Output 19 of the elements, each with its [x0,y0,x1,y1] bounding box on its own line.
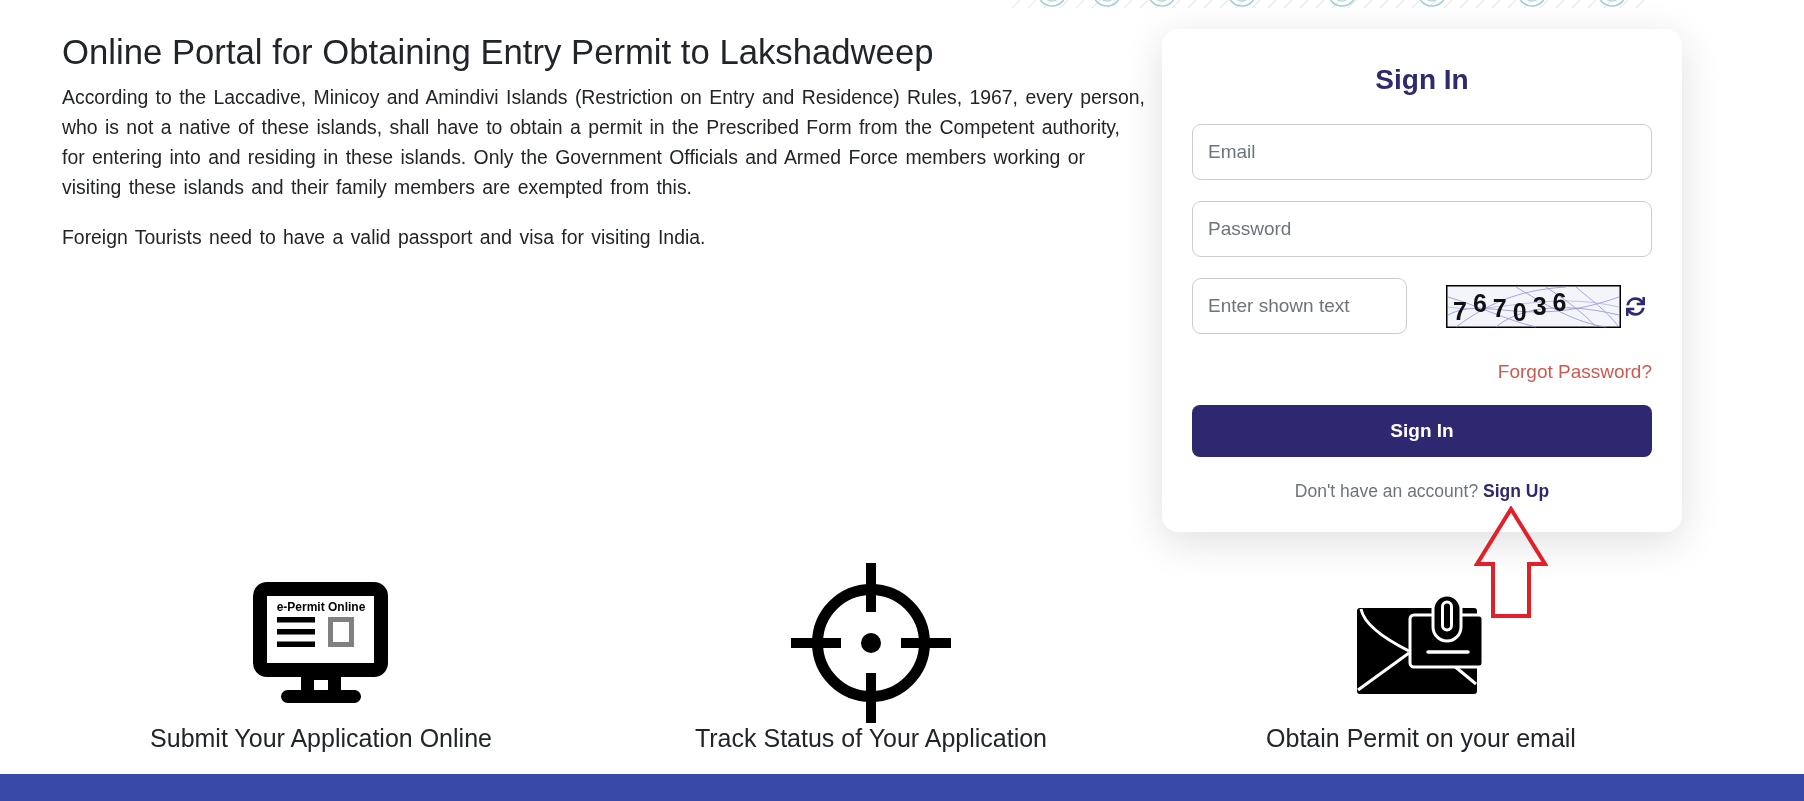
password-field[interactable]: Password [1192,201,1652,257]
feature-label: Submit Your Application Online [150,723,492,753]
screen-label: e-Permit Online [276,600,366,614]
feature-label: Track Status of Your Application [694,723,1048,753]
card-title: Sign In [1375,63,1469,97]
refresh-icon[interactable] [1626,296,1645,316]
captcha-field[interactable]: Enter shown text [1192,278,1407,334]
monitor-icon [253,582,388,703]
email-field[interactable]: Email [1192,124,1652,180]
intro-paragraph: Foreign Tourists need to have a valid passport and visa for visiting India. [62,225,707,250]
up-arrow-icon [1474,506,1548,619]
forgot-password-link[interactable]: Forgot Password? [1497,360,1652,384]
page-title: Online Portal for Obtaining Entry Permit to Lakshadweep [62,32,934,72]
signup-link[interactable]: Sign Up [1483,481,1550,501]
crosshair-icon [791,563,951,723]
intro-paragraph: According to the Laccadive, Minicoy and Amindivi Islands (Restriction on Entry and Residence) Rules, 1967, every person, who is not a native of these islands, shall have to obtain a permit in the Prescribed Form from the Competent authority, for entering into and residing in these islands. Only the Government Officials and Armed Force members working or visiting these islands and their family members are exempted from this. [62,85,1146,200]
sign-in-button[interactable]: Sign In [1192,405,1652,457]
signup-prompt: Don't have an account? Sign Up [1294,480,1550,503]
feature-label: Obtain Permit on your email [1266,723,1576,753]
